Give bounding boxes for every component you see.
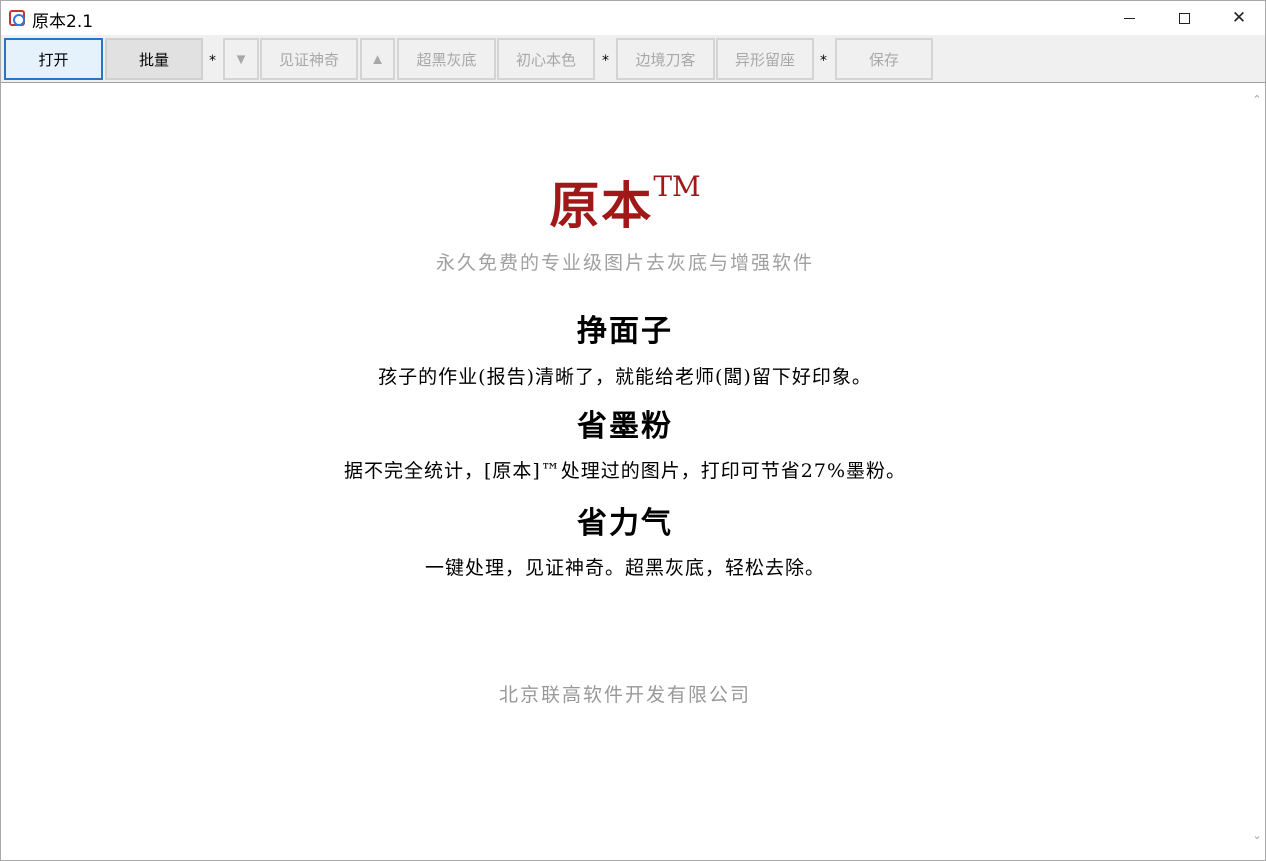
move-up-button[interactable]: ▲ — [360, 38, 395, 80]
scroll-down-icon[interactable]: ⌄ — [1249, 828, 1265, 844]
app-logo-icon — [9, 10, 25, 26]
batch-button[interactable]: 批量 — [105, 38, 203, 80]
title-bar[interactable]: 原本2.1 ✕ — [1, 1, 1265, 35]
irregular-keep-button[interactable]: 异形留座 — [716, 38, 814, 80]
toolbar-separator: * — [602, 53, 609, 69]
brand-logo: 原本TM — [1, 166, 1249, 238]
logo-text: 原本 — [549, 176, 654, 235]
maximize-icon — [1178, 12, 1190, 24]
move-down-button[interactable]: ▼ — [223, 38, 259, 80]
tagline: 永久免费的专业级图片去灰底与增强软件 — [435, 252, 814, 274]
section-heading: 省力气 — [577, 506, 673, 541]
maximize-button[interactable] — [1156, 1, 1212, 35]
vertical-scrollbar[interactable]: ⌃ ⌄ — [1249, 84, 1265, 860]
scroll-up-icon[interactable]: ⌃ — [1249, 92, 1265, 108]
super-black-gray-button[interactable]: 超黑灰底 — [397, 38, 496, 80]
minimize-button[interactable] — [1101, 1, 1157, 35]
section-text: 一键处理，见证神奇。超黑灰底，轻松去除。 — [424, 557, 825, 579]
section-heading: 挣面子 — [577, 314, 673, 349]
close-icon: ✕ — [1231, 7, 1247, 28]
toolbar: 打开 批量 * ▼ 见证神奇 ▲ 超黑灰底 初心本色 * 边境刀客 异形留座 *… — [1, 35, 1265, 83]
window-title: 原本2.1 — [32, 12, 94, 32]
welcome-panel: 原本TM 永久免费的专业级图片去灰底与增强软件 挣面子 孩子的作业(报告)清晰了… — [1, 84, 1249, 860]
toolbar-separator: * — [209, 53, 216, 69]
logo-trademark: TM — [653, 170, 701, 203]
close-button[interactable]: ✕ — [1211, 1, 1266, 35]
app-window: 原本2.1 ✕ 打开 批量 * ▼ 见证神奇 ▲ 超黑灰底 初心本色 * 边境刀… — [0, 0, 1266, 861]
open-button[interactable]: 打开 — [4, 38, 103, 80]
section-heading: 省墨粉 — [577, 409, 673, 444]
minimize-icon — [1123, 17, 1135, 19]
border-cut-button[interactable]: 边境刀客 — [616, 38, 715, 80]
toolbar-separator: * — [820, 53, 827, 69]
section-text: 据不完全统计，[原本]™处理过的图片，打印可节省27%墨粉。 — [343, 460, 907, 482]
witness-magic-button[interactable]: 见证神奇 — [260, 38, 358, 80]
section-text: 孩子的作业(报告)清晰了，就能给老师(闆)留下好印象。 — [378, 366, 872, 388]
save-button[interactable]: 保存 — [835, 38, 933, 80]
original-color-button[interactable]: 初心本色 — [497, 38, 595, 80]
company-name: 北京联高软件开发有限公司 — [498, 684, 751, 706]
